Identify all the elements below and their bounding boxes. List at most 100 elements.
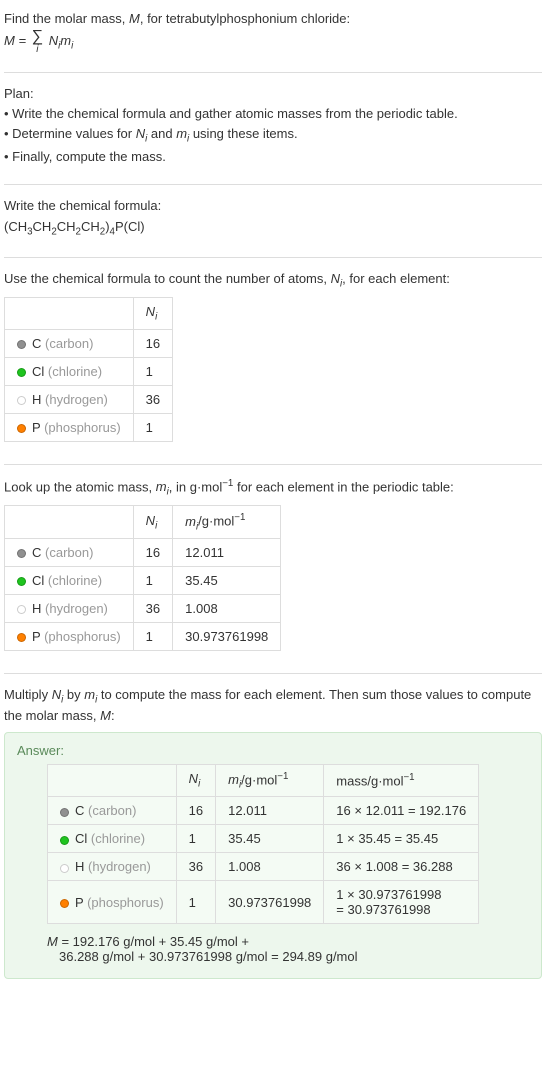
element-symbol: H [32, 601, 41, 616]
plan-section: Plan: • Write the chemical formula and g… [4, 79, 542, 179]
text: M = [4, 33, 30, 48]
cell-element: Cl (chlorine) [5, 567, 134, 595]
element-name: (hydrogen) [45, 392, 108, 407]
text: N [189, 771, 198, 786]
formula-section: Write the chemical formula: (CH3CH2CH2CH… [4, 191, 542, 250]
text: = 192.176 g/mol + 35.45 g/mol + [58, 934, 249, 949]
cell-element: H (hydrogen) [48, 853, 177, 881]
mass-section: Look up the atomic mass, mi, in g·mol−1 … [4, 471, 542, 667]
element-symbol: H [32, 392, 41, 407]
cell-mass: 1 × 35.45 = 35.45 [324, 825, 479, 853]
element-name: (carbon) [88, 803, 136, 818]
text: 36.288 g/mol + 30.973761998 g/mol = 294.… [59, 949, 358, 964]
cell-N: 1 [133, 413, 172, 441]
section-title: Use the chemical formula to count the nu… [4, 270, 542, 291]
cell-m: 1.008 [173, 595, 281, 623]
cell-mass: 36 × 1.008 = 36.288 [324, 853, 479, 881]
var-m: m [60, 33, 71, 48]
element-name: (carbon) [45, 336, 93, 351]
section-title: Multiply Ni by mi to compute the mass fo… [4, 686, 542, 725]
text: N [136, 126, 145, 141]
table-row: C (carbon)1612.01116 × 12.011 = 192.176 [48, 797, 479, 825]
element-name: (hydrogen) [45, 601, 108, 616]
sup: −1 [277, 771, 288, 782]
text: m [156, 479, 167, 494]
intro-line1: Find the molar mass, M, for tetrabutylph… [4, 10, 542, 28]
answer-title: Answer: [17, 743, 529, 758]
cell-N: 1 [133, 357, 172, 385]
element-dot-icon [60, 808, 69, 817]
col-m: mi/g·mol−1 [216, 764, 324, 797]
text: N [146, 513, 155, 528]
element-name: (chlorine) [48, 573, 102, 588]
divider [4, 184, 542, 185]
table-header-row: Ni [5, 298, 173, 330]
count-table: Ni C (carbon)16Cl (chlorine)1H (hydrogen… [4, 297, 173, 442]
col-element [5, 298, 134, 330]
text: , in g·mol [169, 479, 222, 494]
table-row: H (hydrogen)361.00836 × 1.008 = 36.288 [48, 853, 479, 881]
text: , for each element: [342, 271, 450, 286]
text: and [147, 126, 176, 141]
chemical-formula: (CH3CH2CH2CH2)4P(Cl) [4, 218, 542, 239]
table-row: Cl (chlorine)135.45 [5, 567, 281, 595]
element-symbol: C [32, 545, 41, 560]
divider [4, 464, 542, 465]
table-row: H (hydrogen) 36 [5, 385, 173, 413]
cell-N: 36 [133, 385, 172, 413]
text: m [228, 772, 239, 787]
sub-i: i [198, 779, 200, 790]
plan-bullet: • Write the chemical formula and gather … [4, 105, 542, 123]
sub-i: i [155, 520, 157, 531]
text: • Determine values for [4, 126, 136, 141]
cell-element: C (carbon) [48, 797, 177, 825]
table-row: Cl (chlorine) 1 [5, 357, 173, 385]
element-symbol: Cl [32, 573, 44, 588]
sup: −1 [234, 512, 245, 523]
element-symbol: P [75, 895, 83, 910]
sub-i: i [71, 41, 73, 52]
sub-i: i [155, 312, 157, 323]
table-header-row: Ni mi/g·mol−1 [5, 506, 281, 539]
var-N: N [49, 33, 58, 48]
cell-N: 36 [176, 853, 215, 881]
cell-element: P (phosphorus) [5, 623, 134, 651]
cell-m: 1.008 [216, 853, 324, 881]
element-symbol: P [32, 420, 40, 435]
plan-title: Plan: [4, 85, 542, 103]
element-name: (chlorine) [48, 364, 102, 379]
answer-box: Answer: Ni mi/g·mol−1 mass/g·mol−1 C (ca… [4, 732, 542, 980]
cell-element: Cl (chlorine) [48, 825, 177, 853]
table-row: P (phosphorus)130.973761998 [5, 623, 281, 651]
text: N [146, 304, 155, 319]
cell-mass: 1 × 30.973761998= 30.973761998 [324, 881, 479, 924]
mass-table: Ni mi/g·mol−1 C (carbon)1612.011Cl (chlo… [4, 505, 281, 651]
element-symbol: P [32, 629, 40, 644]
cell-N: 16 [133, 329, 172, 357]
text: N [331, 271, 340, 286]
element-symbol: Cl [32, 364, 44, 379]
element-name: (hydrogen) [88, 859, 151, 874]
cell-m: 35.45 [216, 825, 324, 853]
element-dot-icon [17, 633, 26, 642]
cell-element: P (phosphorus) [48, 881, 177, 924]
element-dot-icon [17, 549, 26, 558]
element-name: (carbon) [45, 545, 93, 560]
table-body: C (carbon)1612.01116 × 12.011 = 192.176C… [48, 797, 479, 924]
element-name: (phosphorus) [44, 629, 121, 644]
element-symbol: C [75, 803, 84, 818]
cell-element: P (phosphorus) [5, 413, 134, 441]
col-element [5, 506, 134, 539]
text: for each element in the periodic table: [233, 479, 453, 494]
col-m: mi/g·mol−1 [173, 506, 281, 539]
divider [4, 72, 542, 73]
col-N: Ni [133, 298, 172, 330]
table-body: C (carbon)16Cl (chlorine)1H (hydrogen)36… [5, 329, 173, 441]
cell-mass: 16 × 12.011 = 192.176 [324, 797, 479, 825]
text: Find the molar mass, [4, 11, 129, 26]
cell-m: 12.011 [173, 539, 281, 567]
col-N: Ni [133, 506, 172, 539]
intro-equation: M = ∑i Nimi [4, 30, 542, 53]
table-row: P (phosphorus)1 [5, 413, 173, 441]
element-dot-icon [60, 899, 69, 908]
